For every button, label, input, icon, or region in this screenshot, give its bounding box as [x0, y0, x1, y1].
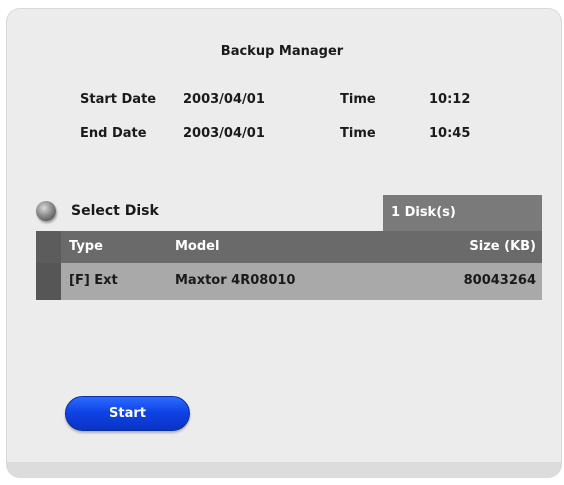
- start-date-label: Start Date: [80, 92, 157, 107]
- table-row[interactable]: [F] Ext Maxtor 4R08010 80043264: [36, 263, 542, 300]
- cell-model: Maxtor 4R08010: [175, 273, 296, 288]
- column-header-model: Model: [175, 239, 220, 254]
- start-button[interactable]: Start: [65, 396, 190, 431]
- dialog-footer: [6, 462, 562, 478]
- end-date-label: End Date: [80, 126, 147, 141]
- end-date-value[interactable]: 2003/04/01: [183, 126, 265, 141]
- disk-table: Type Model Size (KB) [F] Ext Maxtor 4R08…: [36, 231, 542, 300]
- table-header: Type Model Size (KB): [36, 231, 542, 263]
- column-header-size: Size (KB): [469, 239, 536, 254]
- start-date-value[interactable]: 2003/04/01: [183, 92, 265, 107]
- dialog-title: Backup Manager: [220, 44, 344, 59]
- end-time-label: Time: [340, 126, 376, 141]
- row-marker: [36, 263, 61, 300]
- cell-size: 80043264: [463, 273, 536, 288]
- disk-count-badge: 1 Disk(s): [383, 195, 542, 231]
- start-time-label: Time: [340, 92, 376, 107]
- backup-manager-screen: Backup Manager Start Date 2003/04/01 Tim…: [0, 0, 564, 485]
- select-disk-label: Select Disk: [71, 203, 159, 219]
- start-button-label: Start: [109, 406, 146, 421]
- disk-count-text: 1 Disk(s): [391, 205, 456, 220]
- select-disk-radio-icon[interactable]: [36, 201, 56, 221]
- start-time-value[interactable]: 10:12: [429, 92, 470, 107]
- end-time-value[interactable]: 10:45: [429, 126, 470, 141]
- cell-type: [F] Ext: [69, 273, 118, 288]
- column-header-type: Type: [69, 239, 103, 254]
- header-marker: [36, 231, 61, 263]
